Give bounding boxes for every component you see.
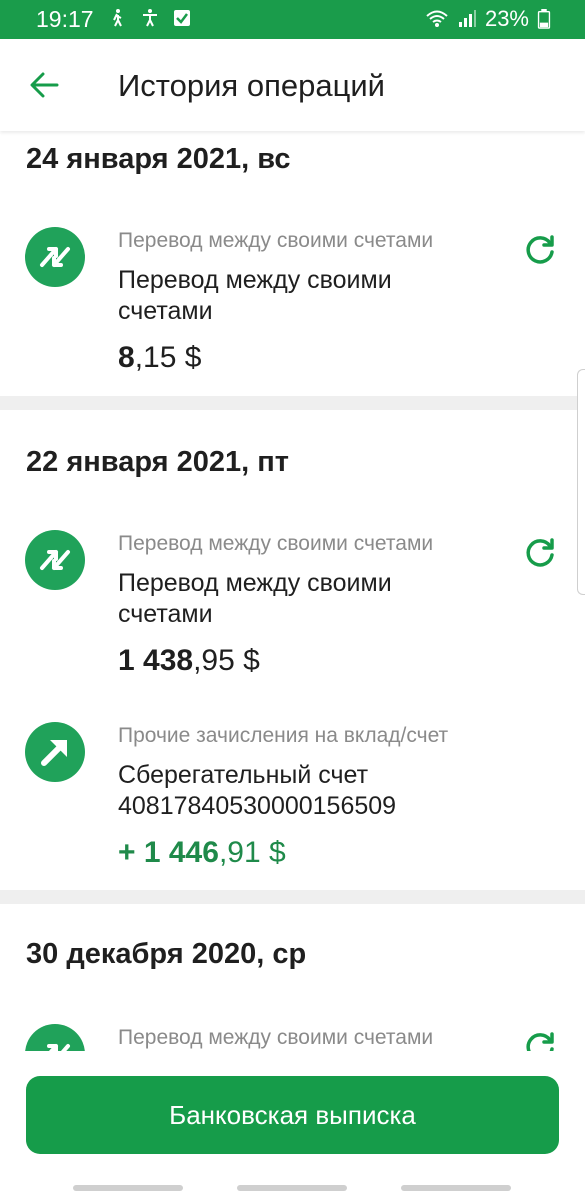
date-header: 22 января 2021, пт: [26, 446, 289, 478]
amount-integer: 8: [118, 341, 135, 374]
page-title: История операций: [118, 68, 385, 103]
nav-back-handle[interactable]: [401, 1185, 511, 1191]
amount-fraction: ,95 $: [193, 644, 260, 677]
wifi-icon: [426, 10, 448, 27]
repeat-icon[interactable]: [523, 233, 557, 267]
income-arrow-icon: [25, 722, 85, 782]
date-header: 30 декабря 2020, ср: [26, 938, 307, 970]
status-system-icons: 23%: [425, 6, 551, 32]
nav-recents-handle[interactable]: [73, 1185, 183, 1191]
scrollbar-thumb[interactable]: [577, 369, 585, 595]
status-bar: 19:17 23%: [0, 0, 585, 39]
operation-item[interactable]: Перевод между своими счетами Перевод меж…: [0, 217, 585, 409]
operation-description: Перевод между своими счетами: [118, 266, 392, 325]
date-header: 24 января 2021, вс: [26, 143, 291, 175]
amount-integer: + 1 446: [118, 836, 219, 869]
battery-percent: 23%: [484, 6, 529, 31]
transfer-icon: [25, 530, 85, 590]
walking-person-icon: [113, 9, 122, 27]
back-button[interactable]: [22, 65, 66, 105]
transfer-icon: [25, 1024, 85, 1051]
bank-statement-button[interactable]: Банковская выписка: [26, 1076, 559, 1154]
back-arrow-icon: [30, 72, 59, 98]
operation-category: Прочие зачисления на вклад/счет: [118, 724, 449, 747]
repeat-icon[interactable]: [523, 536, 557, 570]
operation-item[interactable]: Перевод между своими счетами Перевод меж…: [0, 520, 585, 712]
status-notification-icons: [108, 8, 192, 28]
operation-item[interactable]: Перевод между своими счетами: [0, 1014, 585, 1051]
amount-integer: 1 438: [118, 644, 194, 677]
transfer-icon: [25, 227, 85, 287]
app-bar: История операций: [0, 39, 585, 131]
operation-amount: 1 438,95 $: [118, 644, 260, 678]
accessibility-icon: [143, 9, 157, 27]
amount-fraction: ,91 $: [218, 836, 286, 869]
repeat-icon[interactable]: [523, 1030, 557, 1051]
nav-home-handle[interactable]: [237, 1185, 347, 1191]
amount-fraction: ,15 $: [134, 341, 202, 374]
operation-category: Перевод между своими счетами: [118, 1026, 434, 1049]
checkbox-icon: [174, 10, 190, 26]
operation-amount: + 1 446,91 $: [118, 836, 286, 870]
operation-amount: 8,15 $: [118, 341, 201, 375]
signal-icon: [458, 10, 476, 27]
date-section: 30 декабря 2020, ср Перевод между своими…: [0, 904, 585, 1051]
battery-icon: [537, 9, 551, 29]
status-time: 19:17: [36, 6, 94, 32]
bottom-panel: Банковская выписка: [0, 1051, 585, 1179]
operation-category: Перевод между своими счетами: [118, 532, 434, 555]
operation-description: Сберегательный счет 40817840530000156509: [118, 761, 397, 820]
system-nav-bar: [0, 1179, 585, 1200]
operations-list[interactable]: 24 января 2021, вс Перевод между своими …: [0, 131, 585, 1051]
operation-description: Перевод между своими счетами: [118, 569, 392, 628]
operation-category: Перевод между своими счетами: [118, 229, 434, 252]
date-section: 24 января 2021, вс Перевод между своими …: [0, 131, 585, 396]
operation-item[interactable]: Прочие зачисления на вклад/счет Сберегат…: [0, 712, 585, 904]
date-section: 22 января 2021, пт Перевод между своими …: [0, 410, 585, 890]
